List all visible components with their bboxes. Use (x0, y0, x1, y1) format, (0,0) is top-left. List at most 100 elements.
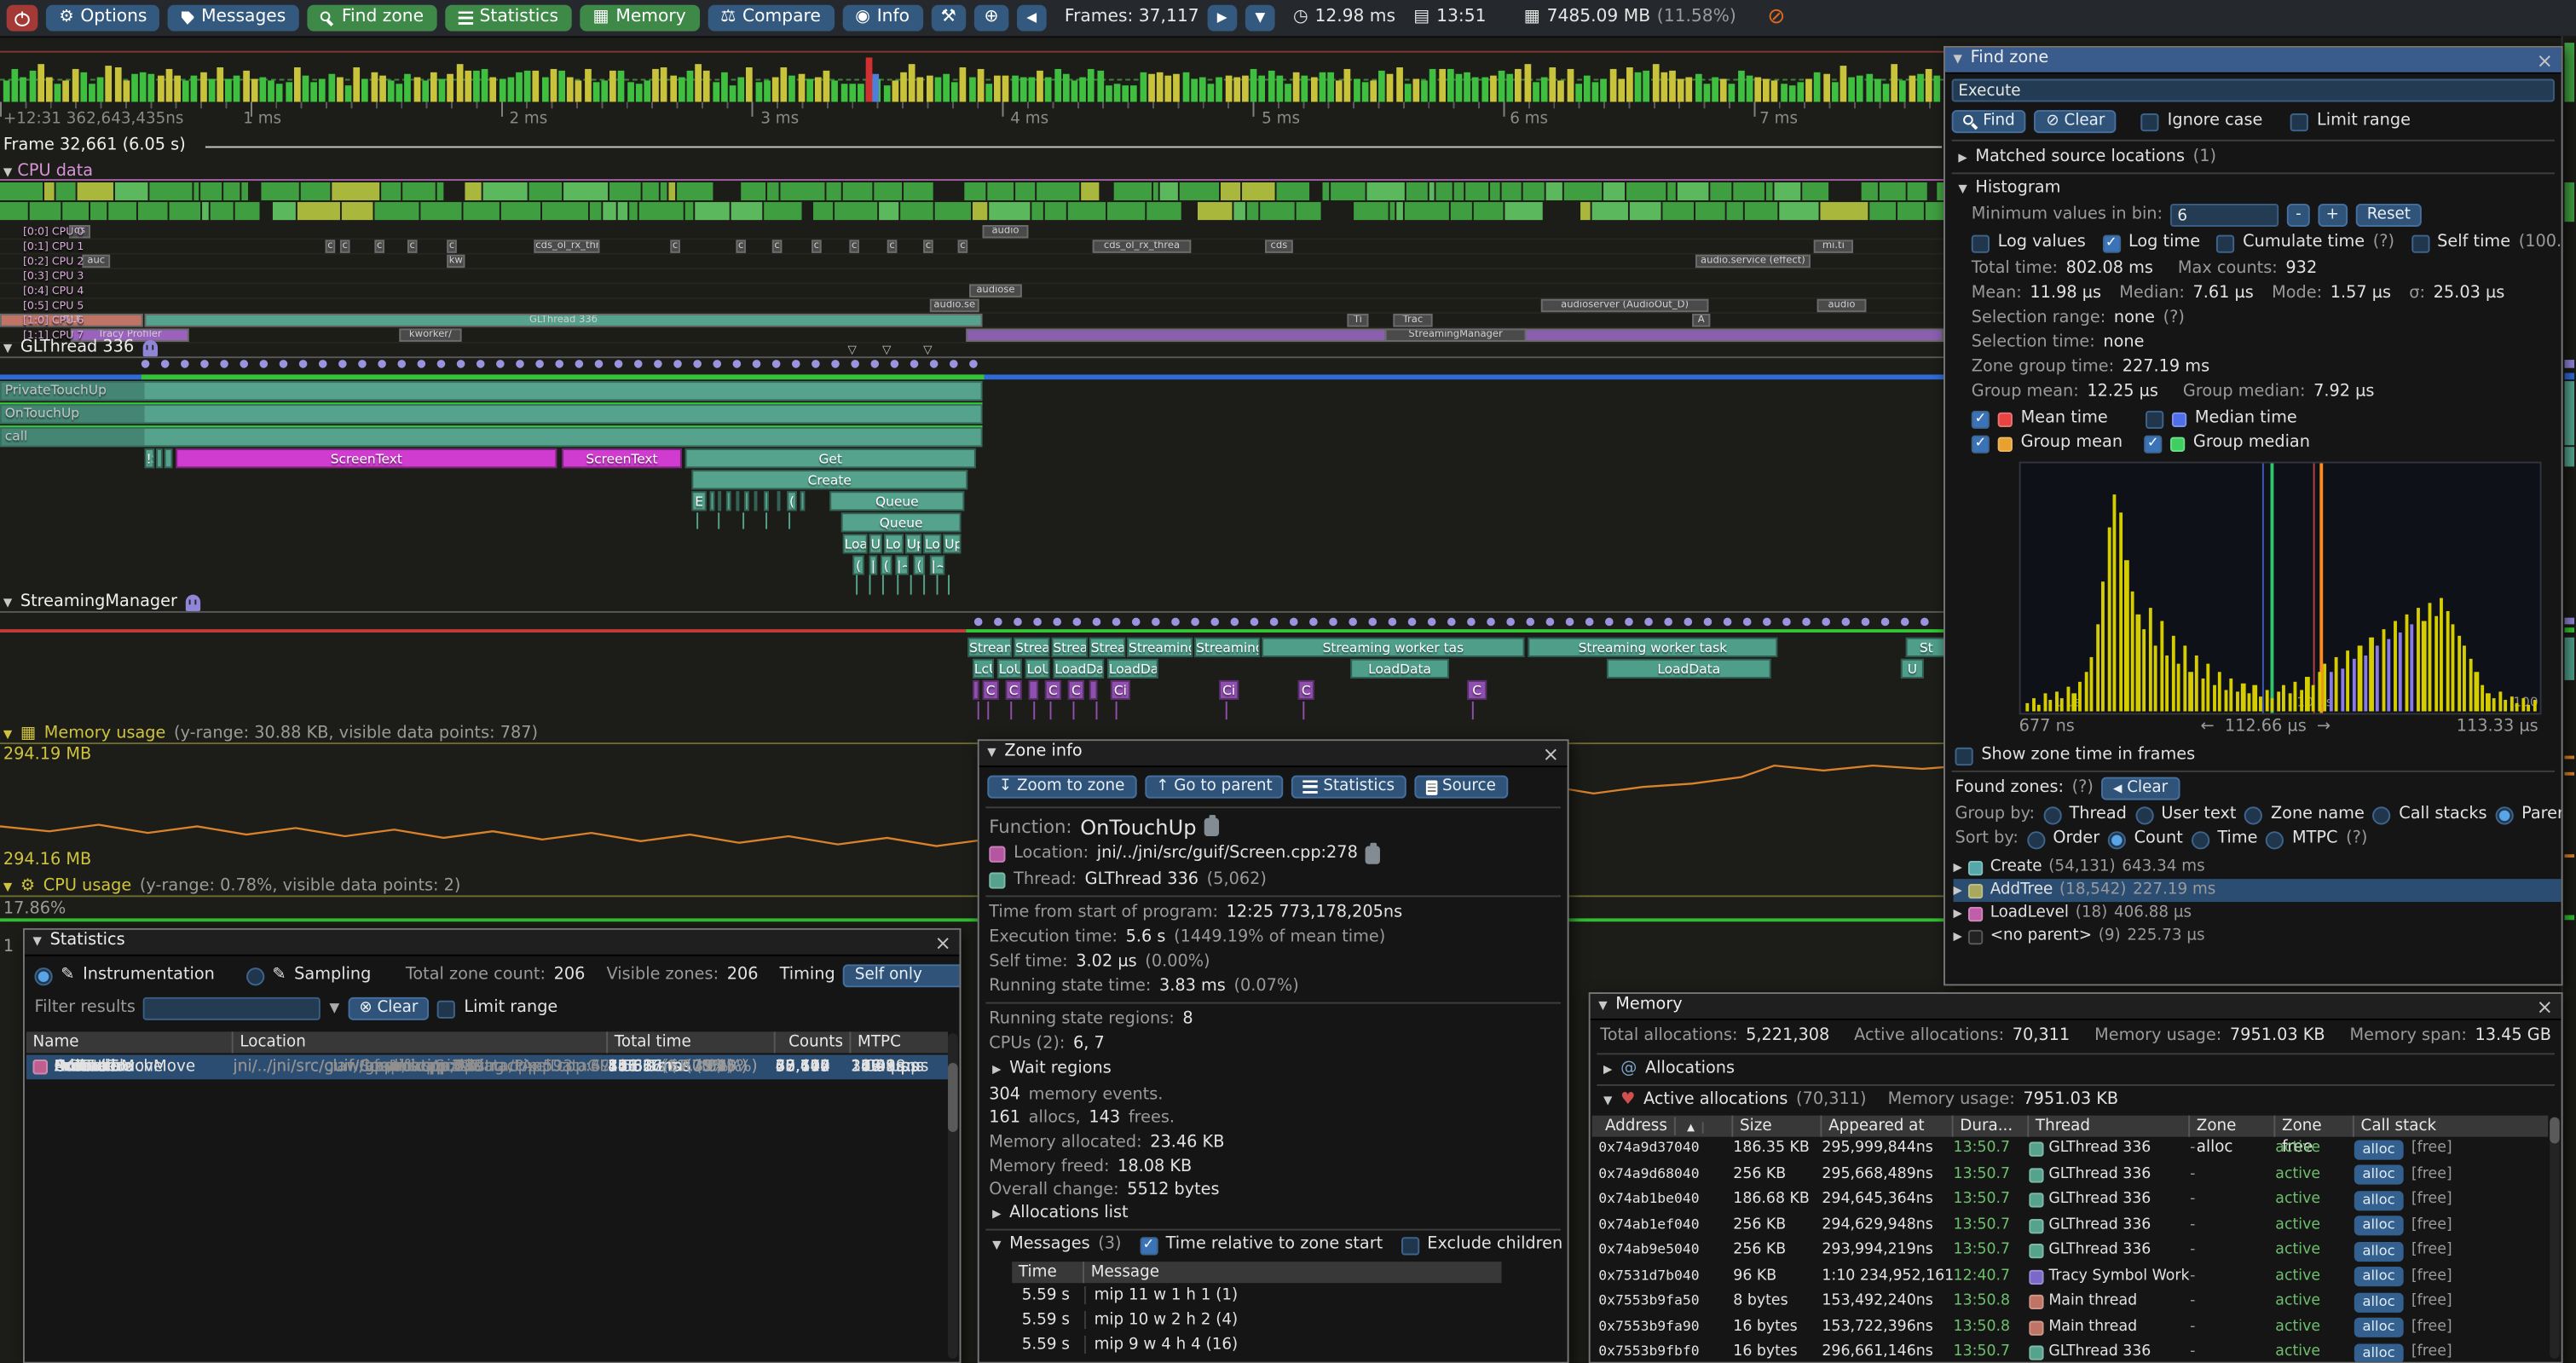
col-address[interactable]: Address ▲ (1592, 1116, 1734, 1137)
clear-button[interactable]: ⊗Clear (348, 997, 430, 1020)
show-zone-time-checkbox[interactable] (1955, 747, 1972, 765)
timeline-zone[interactable]: LoU (997, 659, 1022, 679)
allocation-row[interactable]: 0x74ab9e5040 256 KB 293,994,219ns 13:50.… (1592, 1239, 2562, 1264)
group-mean-checkbox[interactable] (1972, 435, 1990, 453)
cpu-zone[interactable]: c (407, 240, 418, 252)
timeline-zone[interactable]: Streaming worker tas (1262, 638, 1524, 657)
statistics-row[interactable]: OnRedraw jni/../jni/src/claw/application… (26, 1054, 948, 1079)
col-counts[interactable]: Counts ▼ (776, 1031, 852, 1053)
timeline-zone[interactable]: | (869, 555, 878, 575)
timeline-zone[interactable] (726, 491, 731, 511)
message-marker-icon[interactable]: ▽ (882, 344, 891, 358)
find-zone-histogram[interactable]: 1 µs 10 µs 100 (2019, 462, 2542, 715)
find-zone-button[interactable]: Find zone (307, 5, 436, 32)
close-icon[interactable]: × (2537, 52, 2553, 68)
cpu-zone[interactable]: cds_ol_rx_thr (534, 240, 599, 252)
active-allocations-tree[interactable]: ▼ ♥ Active allocations (70,311) Memory u… (1603, 1091, 2118, 1112)
timeline-zone[interactable]: Strea (1051, 638, 1087, 657)
timeline-zone[interactable]: Streaming worker task (1528, 638, 1777, 657)
cpu-zone[interactable]: c (326, 240, 336, 252)
help-icon[interactable]: (?) (2072, 778, 2094, 799)
timeline-zone[interactable]: ( (914, 555, 925, 575)
min-bin-input[interactable] (2171, 204, 2279, 227)
allocations-tree[interactable]: ▶ @ Allocations (1603, 1060, 1735, 1080)
timeline-zone[interactable] (754, 491, 758, 511)
timeline-zone[interactable] (973, 680, 979, 700)
cpu-zone[interactable]: audioserver (AudioOut_D) (1541, 299, 1709, 312)
allocation-row[interactable]: 0x7531d7b040 96 KB 1:10 234,952,161 12:4… (1592, 1264, 2562, 1290)
timeline-zone[interactable]: C (1467, 680, 1487, 700)
allocation-row[interactable]: 0x7553b9fbf0 16 bytes 296,661,146ns 13:5… (1592, 1341, 2562, 1362)
timeline-zone[interactable]: LoadDaU (1107, 659, 1158, 679)
disconnected-icon[interactable]: ⊘ (1767, 5, 1785, 32)
find-zone-title-bar[interactable]: ▼ Find zone × (1945, 48, 2562, 74)
alloc-callstack-button[interactable]: alloc (2354, 1318, 2403, 1337)
cpu-zone[interactable]: audio.service (effect) (1695, 255, 1811, 268)
timeline-zone[interactable]: U (1901, 659, 1924, 679)
cpu-zone[interactable]: audio (983, 225, 1029, 238)
found-zone-row[interactable]: ▶ Create (54,131) 643.34 ms (1954, 856, 2563, 879)
alloc-callstack-button[interactable]: alloc (2354, 1191, 2403, 1210)
sort-time-radio[interactable] (2191, 831, 2209, 849)
clipboard-icon[interactable] (1366, 846, 1380, 863)
source-color-swatch[interactable] (989, 846, 1005, 863)
compare-button[interactable]: ⚖Compare (708, 5, 835, 32)
zone-source-button[interactable]: Source (1414, 776, 1507, 799)
col-size[interactable]: Size (1733, 1116, 1822, 1137)
timeline-zone[interactable]: Loa (843, 534, 868, 553)
timeline-zone[interactable] (165, 448, 173, 468)
timeline-zone[interactable]: C (1298, 680, 1314, 700)
col-time[interactable]: Time (1012, 1262, 1084, 1283)
cpu-zone[interactable]: c (811, 240, 822, 252)
min-bin-plus-button[interactable]: + (2318, 204, 2348, 227)
col-message[interactable]: Message (1084, 1262, 1502, 1283)
time-relative-checkbox[interactable] (1140, 1237, 1158, 1255)
timeline-zone[interactable]: Strea (1014, 638, 1049, 657)
alloc-callstack-button[interactable]: alloc (2354, 1140, 2403, 1159)
timeline-zone[interactable]: Ci (1111, 680, 1130, 700)
clipboard-icon[interactable] (1204, 818, 1219, 836)
timing-dropdown[interactable]: Self only▼ (843, 964, 961, 987)
timeline-zone[interactable]: C (1045, 680, 1061, 700)
timeline-zone[interactable]: C (983, 680, 999, 700)
timeline-zone[interactable]: Loi (884, 534, 904, 553)
col-thread[interactable]: Thread (2029, 1116, 2190, 1137)
cpu-zone[interactable]: c (447, 240, 457, 252)
timeline-zone[interactable]: ( (787, 491, 797, 511)
message-row[interactable]: 5.59 s mip 10 w 2 h 2 (4) (1012, 1308, 1501, 1332)
timeline-zone[interactable]: Queue (841, 512, 962, 532)
group-user-text-radio[interactable] (2135, 806, 2153, 824)
group-parent-radio[interactable] (2495, 806, 2513, 824)
message-row[interactable]: 5.59 s mip 11 w 1 h 1 (1) (1012, 1283, 1501, 1308)
cpu-zone[interactable]: cds (1265, 240, 1293, 252)
cpu-zone[interactable]: kw (447, 255, 465, 268)
found-zone-row[interactable]: ▶ LoadLevel (18) 406.88 µs (1954, 902, 2563, 925)
timeline-zone[interactable]: Up (943, 534, 961, 553)
statistics-title-bar[interactable]: ▼ Statistics × (25, 930, 960, 956)
ghost-zones-icon[interactable] (142, 340, 157, 356)
cpu-zone[interactable]: c (374, 240, 384, 252)
group-call-stacks-radio[interactable] (2372, 806, 2390, 824)
timeline-zone[interactable]: ( (852, 555, 863, 575)
memory-usage-graph[interactable] (0, 744, 1944, 863)
cpu-zone[interactable]: Ti (1347, 314, 1368, 326)
group-median-checkbox[interactable] (2144, 435, 2162, 453)
timeline-zone[interactable]: ( (881, 555, 892, 575)
col-name[interactable]: Name (26, 1031, 234, 1053)
limit-range-checkbox[interactable] (2290, 113, 2308, 130)
allocation-row[interactable]: 0x74ab1ef040 256 KB 294,629,948ns 13:50.… (1592, 1213, 2562, 1239)
timeline-zone[interactable] (800, 491, 806, 511)
filter-input[interactable] (144, 997, 321, 1020)
timeline-zone[interactable]: C (1006, 680, 1022, 700)
close-icon[interactable]: × (935, 934, 951, 950)
col-total-time[interactable]: Total time (608, 1031, 776, 1053)
sampling-radio[interactable] (246, 967, 264, 985)
location-value[interactable]: jni/../jni/src/guif/Screen.cpp:278 (1097, 845, 1358, 865)
power-button[interactable] (7, 5, 38, 32)
allocation-row[interactable]: 0x74a9d68040 256 KB 295,668,489ns 13:50.… (1592, 1163, 2562, 1188)
timeline-zone[interactable] (744, 491, 749, 511)
col-mtpc[interactable]: MTPC (851, 1031, 948, 1053)
zone-on-touch-up[interactable]: OnTouchUp (0, 404, 983, 424)
timeline-zone[interactable]: |~ (930, 555, 944, 575)
cpu-zone[interactable]: c (772, 240, 783, 252)
